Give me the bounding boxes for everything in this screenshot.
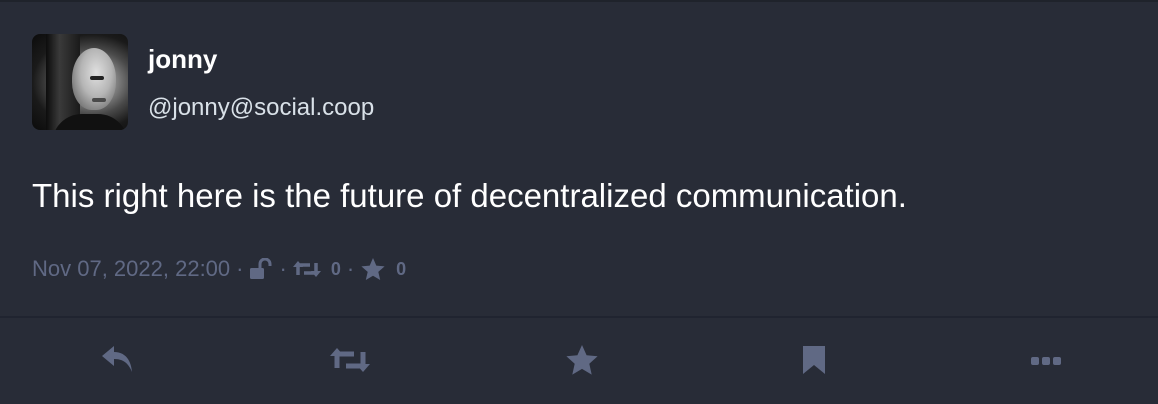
unlock-icon — [249, 258, 273, 280]
meta-separator: · — [236, 256, 244, 281]
star-count-icon — [360, 257, 386, 281]
avatar[interactable] — [32, 34, 128, 130]
favourite-count: 0 — [396, 259, 407, 279]
display-name[interactable]: jonny — [148, 44, 374, 74]
status-timestamp[interactable]: Nov 07, 2022, 22:00 — [32, 254, 230, 284]
bookmark-icon — [801, 344, 827, 381]
boost-count-icon — [292, 259, 321, 279]
reply-icon — [100, 344, 136, 381]
retweet-icon — [330, 346, 370, 379]
status-meta: Nov 07, 2022, 22:00 · · 0 · 0 — [32, 254, 406, 284]
action-bar — [0, 318, 1158, 404]
avatar-eye — [90, 76, 104, 80]
reply-button[interactable] — [100, 344, 136, 380]
bookmark-button[interactable] — [796, 344, 832, 380]
meta-separator: · — [279, 256, 287, 281]
more-button[interactable] — [1028, 344, 1064, 380]
status-content: This right here is the future of decentr… — [32, 177, 907, 214]
avatar-mouth — [92, 98, 106, 102]
boost-count: 0 — [330, 259, 341, 279]
account-handle[interactable]: @jonny@social.coop — [148, 94, 374, 122]
favourite-button[interactable] — [564, 344, 600, 380]
status-card: jonny @jonny@social.coop This right here… — [0, 0, 1158, 404]
meta-separator: · — [346, 256, 355, 281]
status-header: jonny @jonny@social.coop — [32, 34, 374, 130]
boost-button[interactable] — [330, 344, 370, 380]
star-icon — [565, 344, 599, 381]
author-names: jonny @jonny@social.coop — [148, 34, 374, 122]
ellipsis-icon — [1030, 353, 1062, 371]
